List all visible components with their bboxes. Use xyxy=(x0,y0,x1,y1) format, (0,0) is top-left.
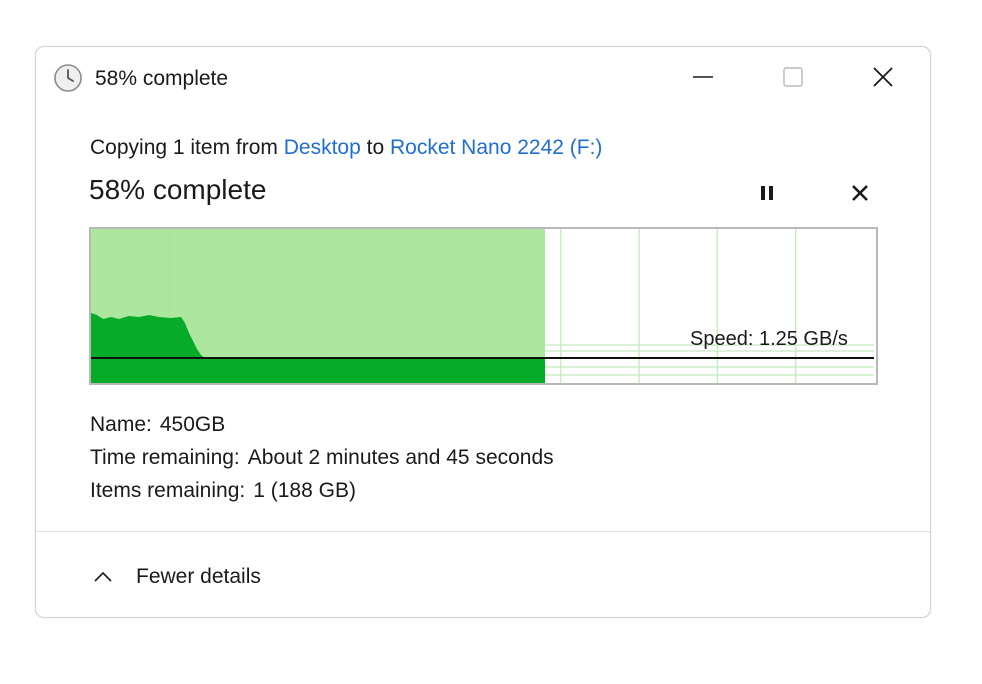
maximize-button[interactable] xyxy=(771,59,815,95)
details-panel: Name: 450GB Time remaining: About 2 minute… xyxy=(90,408,554,507)
close-button[interactable] xyxy=(861,59,905,95)
pause-icon xyxy=(761,186,773,200)
minimize-icon xyxy=(693,76,713,78)
fewer-details-label: Fewer details xyxy=(136,565,261,588)
clock-icon xyxy=(54,64,82,92)
name-row: Name: 450GB xyxy=(90,408,554,441)
source-link[interactable]: Desktop xyxy=(284,136,361,159)
window-title: 58% complete xyxy=(95,67,229,90)
copy-to-word: to xyxy=(360,136,390,159)
minimize-button[interactable] xyxy=(681,59,725,95)
copy-prefix: Copying 1 item from xyxy=(90,136,284,159)
speed-label: Speed: 1.25 GB/s xyxy=(690,328,848,350)
time-remaining-value: About 2 minutes and 45 seconds xyxy=(247,446,554,469)
speed-graph xyxy=(89,227,878,385)
pause-button[interactable] xyxy=(749,177,785,209)
speed-band xyxy=(91,359,545,383)
cancel-button[interactable] xyxy=(842,177,878,209)
maximize-icon xyxy=(783,67,803,87)
name-label: Name: xyxy=(90,413,152,436)
cancel-icon xyxy=(852,185,868,201)
copy-description: Copying 1 item from Desktop to Rocket Na… xyxy=(90,135,602,161)
items-remaining-value: 1 (188 GB) xyxy=(253,479,356,502)
fewer-details-toggle[interactable]: Fewer details xyxy=(92,562,261,592)
copy-progress-dialog: 58% complete Copying 1 item from Desktop… xyxy=(35,46,931,618)
items-remaining-row: Items remaining: 1 (188 GB) xyxy=(90,474,554,507)
chevron-up-icon xyxy=(94,571,112,582)
destination-link[interactable]: Rocket Nano 2242 (F:) xyxy=(390,136,602,159)
title-bar[interactable]: 58% complete xyxy=(36,47,930,109)
time-remaining-label: Time remaining: xyxy=(90,446,240,469)
close-icon xyxy=(873,67,893,87)
progress-heading: 58% complete xyxy=(89,174,267,205)
footer-divider xyxy=(36,531,930,532)
items-remaining-label: Items remaining: xyxy=(90,479,246,502)
name-value: 450GB xyxy=(159,413,226,436)
time-remaining-row: Time remaining: About 2 minutes and 45 se… xyxy=(90,441,554,474)
